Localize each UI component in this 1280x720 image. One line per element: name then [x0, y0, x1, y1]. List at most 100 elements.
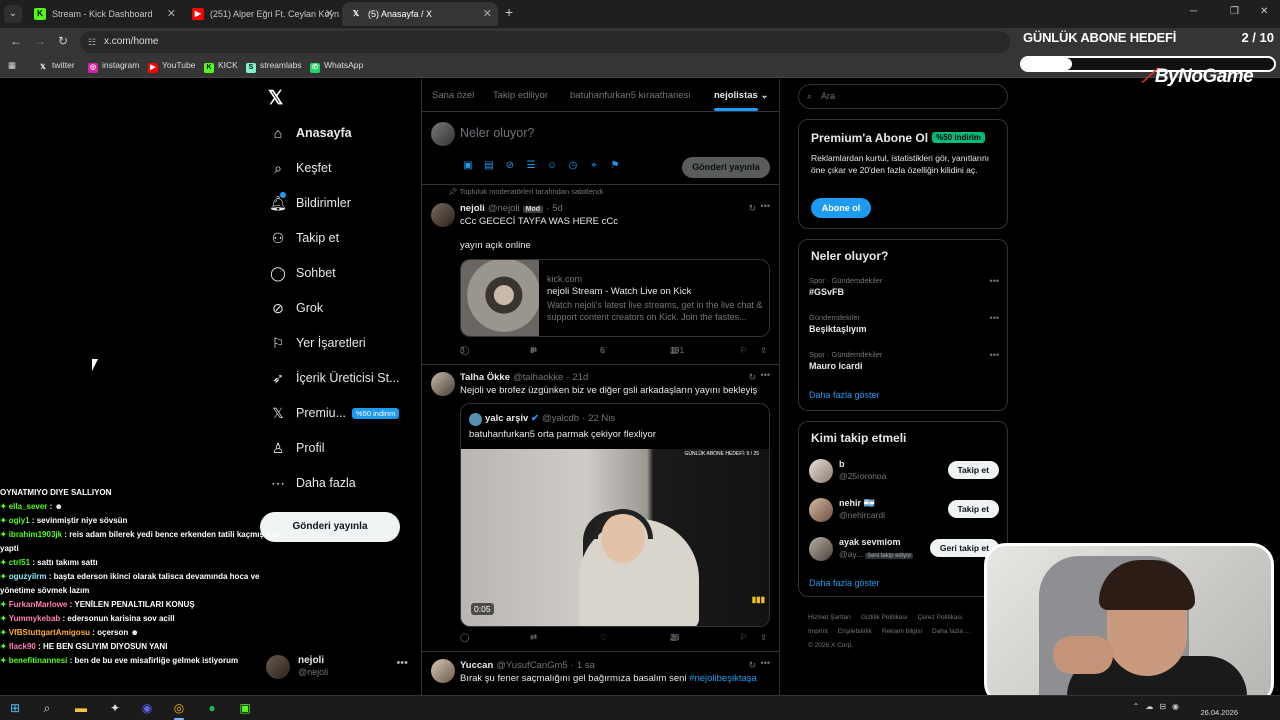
sidebar-item-more[interactable]: ⋯ Daha fazla — [268, 470, 356, 496]
search-input[interactable]: ⌕ Ara — [798, 84, 1008, 109]
subscribe-button[interactable]: Abone ol — [811, 198, 871, 218]
back-icon[interactable]: ← — [10, 34, 22, 48]
tab-search-button[interactable]: ⌄ — [4, 5, 22, 23]
avatar[interactable] — [431, 203, 455, 227]
more-icon[interactable]: ••• — [761, 201, 770, 211]
tab-following[interactable]: Takip ediliyor — [493, 90, 548, 101]
tab-nejolistas[interactable]: nejolistas ⌄ — [714, 90, 768, 101]
new-tab-button[interactable]: + — [505, 4, 513, 20]
avatar[interactable] — [431, 372, 455, 396]
browser-tab-x[interactable]: 𝕏 (5) Anasayfa / X ✕ — [342, 2, 498, 26]
spotify-icon[interactable]: ● — [203, 700, 221, 717]
footer-link[interactable]: Erişilebilirlik — [838, 628, 872, 635]
sidebar-item-follow[interactable]: ⚇ Takip et — [268, 225, 339, 251]
flag-icon[interactable]: ⚑ — [609, 160, 621, 171]
hashtag-link[interactable]: #nejolibeşiktaşa — [689, 673, 757, 684]
system-tray[interactable]: ⌃☁⊟◉ — [1133, 702, 1185, 711]
sidebar-item-grok[interactable]: ⊘ Grok — [268, 295, 323, 321]
search-icon[interactable]: ⌕ — [38, 700, 56, 717]
close-icon[interactable]: ✕ — [483, 2, 492, 26]
schedule-icon[interactable]: ◷ — [567, 160, 579, 171]
more-icon[interactable]: ••• — [761, 658, 770, 668]
avatar[interactable] — [431, 659, 455, 683]
post-author[interactable]: Talha Ökke @talhaokke · 21d — [460, 372, 588, 383]
footer-link[interactable]: Daha fazla ... — [932, 628, 970, 635]
more-icon[interactable]: ••• — [761, 370, 770, 380]
close-window-icon[interactable]: ✕ — [1260, 6, 1268, 17]
address-bar[interactable]: ☷ x.com/home — [80, 31, 1010, 53]
sidebar-item-chat[interactable]: ◯ Sohbet — [268, 260, 335, 286]
sidebar-item-notifications[interactable]: 🔔︎ Bildirimler — [268, 190, 351, 216]
footer-link[interactable]: Gizlilik Politikası — [861, 614, 908, 621]
file-explorer-icon[interactable]: ▬ — [72, 700, 90, 717]
follow-suggestion[interactable]: ayak sevmiom @ay... Seni takip ediyor Ger… — [809, 535, 999, 565]
sidebar-item-profile[interactable]: ♙ Profil — [268, 435, 325, 461]
quoted-post[interactable]: yalc arşiv ✔ @yalcdb · 22 Nis batuhanfurkan… — [460, 403, 770, 627]
sidebar-item-premium[interactable]: 𝕏 Premiu... %50 indirim — [268, 400, 400, 426]
trend-item[interactable]: Gündemdekiler Beşiktaşlıyım ••• — [809, 313, 999, 345]
discord-icon[interactable]: ◉ — [138, 700, 156, 717]
gif-icon[interactable]: ▤ — [483, 160, 495, 171]
more-icon[interactable]: ••• — [990, 350, 999, 360]
footer-link[interactable]: Imprint — [808, 628, 828, 635]
tab-for-you[interactable]: Sana özel — [432, 90, 474, 101]
account-switcher[interactable]: nejoli @nejoli ••• — [266, 653, 416, 683]
more-icon[interactable]: ••• — [990, 276, 999, 286]
site-info-icon[interactable]: ☷ — [88, 31, 96, 53]
post-button[interactable]: Gönderi yayınla — [260, 512, 400, 542]
footer-link[interactable]: Çerez Politikası — [918, 614, 963, 621]
more-icon[interactable]: ••• — [990, 313, 999, 323]
video-player[interactable]: GÜNLÜK ABONE HEDEFİ: 9 / 25 0:05 ▮▮▮ — [461, 449, 769, 626]
bookmark-instagram[interactable]: ◎ instagram — [88, 60, 139, 73]
share-icon[interactable]: ⇪ — [760, 632, 767, 643]
bookmark-whatsapp[interactable]: ✆ WhatsApp — [310, 60, 363, 73]
show-more-link[interactable]: Daha fazla göster — [809, 390, 880, 400]
forward-icon[interactable]: → — [34, 34, 46, 48]
bookmark-kick[interactable]: K KICK — [204, 60, 238, 73]
emoji-icon[interactable]: ☺ — [546, 160, 558, 171]
share-icon[interactable]: ⇪ — [760, 345, 767, 356]
trend-item[interactable]: Spor · Gündemdekiler #GSvFB ••• — [809, 276, 999, 308]
post[interactable]: Talha Ökke @talhaokke · 21d ↻ ••• Nejoli ve… — [422, 366, 779, 652]
close-icon[interactable]: ✕ — [325, 2, 334, 26]
compose-input[interactable]: Neler oluyor? — [460, 126, 534, 140]
location-icon[interactable]: ⌖ — [588, 160, 600, 171]
footer-link[interactable]: Hizmet Şartları — [808, 614, 851, 621]
tab-community-kiraathane[interactable]: batuhanfurkan5 kıraathanesi — [570, 90, 690, 101]
minimize-icon[interactable]: ─ — [1190, 6, 1197, 17]
image-icon[interactable]: ▣ — [462, 160, 474, 171]
restore-icon[interactable]: ❐ — [1230, 6, 1239, 17]
trend-item[interactable]: Spor · Gündemdekiler Mauro Icardi ••• — [809, 350, 999, 382]
show-more-link[interactable]: Daha fazla göster — [809, 578, 880, 588]
follow-suggestion[interactable]: nehir 🇦🇷 @nehircardi Takip et — [809, 496, 999, 526]
bookmark-icon[interactable]: ⚐ — [740, 345, 748, 356]
follow-suggestion[interactable]: b @25roronoa Takip et — [809, 457, 999, 487]
grok-icon[interactable]: ↻ — [748, 203, 756, 214]
post-author[interactable]: Yuccan @YusufCanGm5 · 1 sa — [460, 660, 595, 671]
post-pinned[interactable]: nejoli @nejoli Mod · 5d ↻ ••• cCc GECECİ TAY… — [422, 197, 779, 365]
sidebar-item-explore[interactable]: ⌕ Keşfet — [268, 155, 331, 181]
apps-grid-icon[interactable]: ▦ — [8, 60, 16, 71]
reload-icon[interactable]: ↻ — [58, 34, 68, 48]
sidebar-item-bookmarks[interactable]: ⚐ Yer İşaretleri — [268, 330, 366, 356]
follow-button[interactable]: Takip et — [947, 500, 999, 518]
bookmark-twitter[interactable]: 𝕏twitter — [38, 60, 75, 73]
bookmark-streamlabs[interactable]: Sstreamlabs — [246, 60, 302, 73]
app-icon[interactable]: ✦ — [106, 700, 124, 717]
bookmark-youtube[interactable]: ▶ YouTube — [148, 60, 195, 73]
footer-link[interactable]: Reklam bilgisi — [882, 628, 922, 635]
link-card[interactable]: kick.com nejoli Stream - Watch Live on K… — [460, 259, 770, 337]
follow-button[interactable]: Takip et — [947, 461, 999, 479]
x-logo-icon[interactable]: 𝕏 — [268, 87, 283, 110]
grok-icon[interactable]: ↻ — [748, 660, 756, 671]
post-submit-button[interactable]: Gönderi yayınla — [682, 157, 770, 178]
windows-icon[interactable]: ⊞ — [6, 700, 24, 717]
close-icon[interactable]: ✕ — [167, 2, 176, 26]
grok-icon[interactable]: ↻ — [748, 372, 756, 383]
grok-icon[interactable]: ⊘ — [504, 160, 516, 171]
post[interactable]: Yuccan @YusufCanGm5 · 1 sa ↻ ••• Bırak şu f… — [422, 653, 779, 695]
kick-app-icon[interactable]: ▣ — [236, 700, 254, 717]
browser-tab-kick[interactable]: K Stream - Kick Dashboard ✕ — [26, 2, 182, 26]
browser-tab-youtube[interactable]: ▶ (251) Alper Eğri Ft. Ceylan Koyn... ✕ — [184, 2, 340, 26]
post-author[interactable]: nejoli @nejoli Mod · 5d — [460, 203, 563, 214]
